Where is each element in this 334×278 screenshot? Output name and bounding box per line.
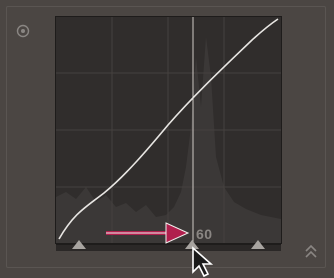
expand-up-icon[interactable] <box>304 243 318 259</box>
mouse-pointer-icon <box>192 246 214 278</box>
target-adjustment-icon[interactable] <box>16 24 30 38</box>
split-value-readout: 60 <box>196 226 213 242</box>
tone-curve-panel: 60 <box>0 0 334 278</box>
curve-graph[interactable] <box>55 16 282 244</box>
annotation-arrow <box>106 222 190 244</box>
shadows-split-handle[interactable] <box>72 240 86 249</box>
highlights-split-handle[interactable] <box>251 240 265 249</box>
